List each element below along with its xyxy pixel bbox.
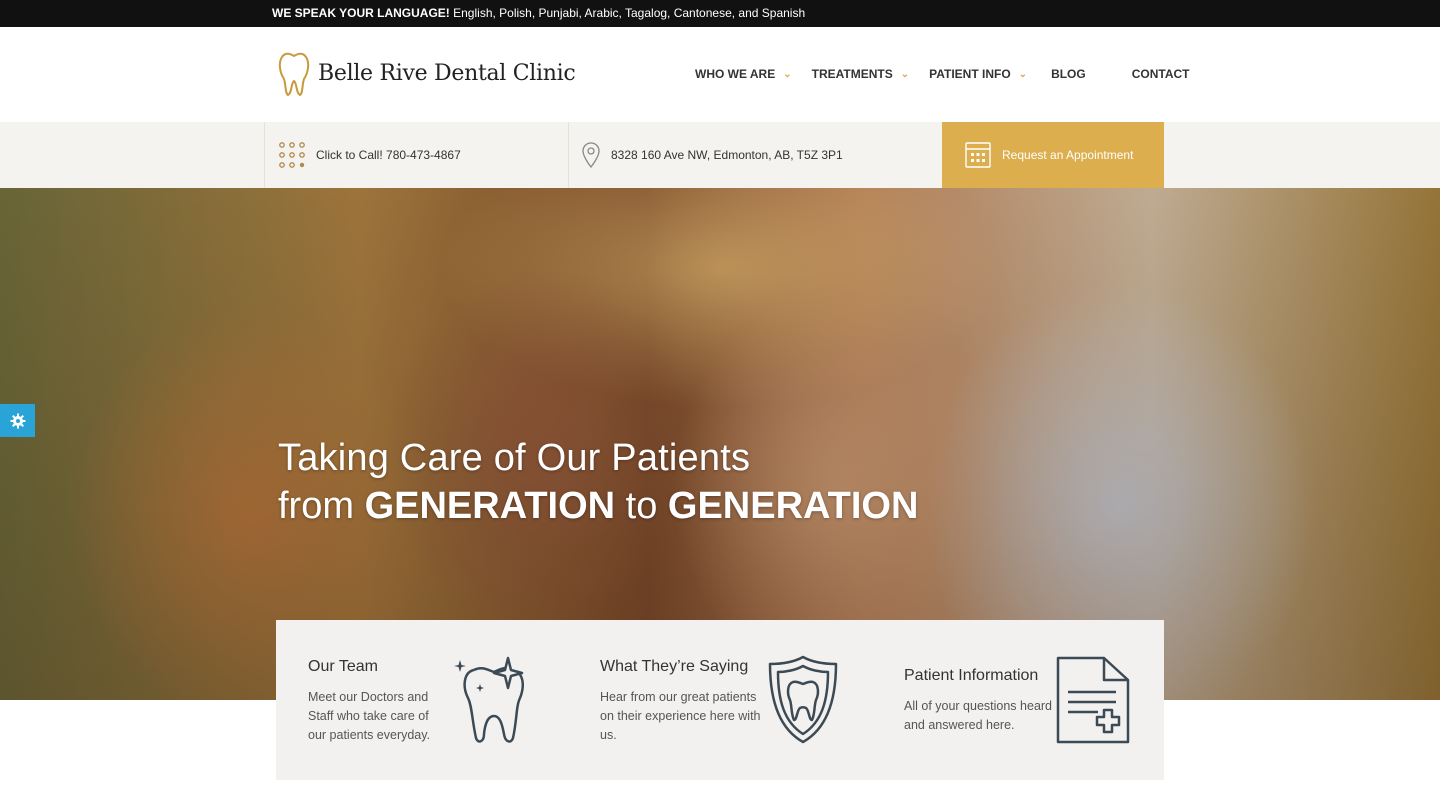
- feature-our-team[interactable]: Our Team Meet our Doctors and Staff who …: [308, 620, 578, 780]
- hero-line-1: Taking Care of Our Patients: [278, 437, 751, 479]
- language-bar-text: English, Polish, Punjabi, Arabic, Tagalo…: [449, 6, 806, 20]
- feature-text-block: What They’re Saying Hear from our great …: [600, 658, 762, 745]
- phone-text: Click to Call! 780-473-4867: [316, 148, 461, 162]
- feature-description: Meet our Doctors and Staff who take care…: [308, 690, 431, 742]
- medical-document-icon: [1056, 656, 1130, 744]
- nav-blog[interactable]: BLOG: [1051, 67, 1086, 81]
- sparkling-tooth-icon: [454, 656, 524, 743]
- hero-heading: Taking Care of Our Patients from GENERAT…: [278, 434, 918, 530]
- tooth-logo-icon: [278, 52, 310, 97]
- address[interactable]: 8328 160 Ave NW, Edmonton, AB, T5Z 3P1: [568, 122, 942, 188]
- feature-title: Our Team: [308, 658, 378, 675]
- info-bar: Click to Call! 780-473-4867 8328 160 Ave…: [0, 122, 1440, 188]
- nav-patient-info[interactable]: PATIENT INFO ⌄: [929, 67, 1027, 81]
- feature-text-block: Our Team Meet our Doctors and Staff who …: [308, 658, 438, 745]
- feature-title: Patient Information: [904, 667, 1039, 684]
- nav-label: WHO WE ARE: [695, 67, 776, 81]
- feature-text-block: Patient Information All of your question…: [904, 667, 1054, 735]
- language-bar-heading: WE SPEAK YOUR LANGUAGE!: [272, 6, 450, 20]
- language-bar: WE SPEAK YOUR LANGUAGE! English, Polish,…: [0, 0, 1440, 27]
- nav-who-we-are[interactable]: WHO WE ARE ⌄: [695, 67, 792, 81]
- nav-label: TREATMENTS: [811, 67, 893, 81]
- nav-contact[interactable]: CONTACT: [1132, 67, 1190, 81]
- nav-label: CONTACT: [1131, 67, 1190, 81]
- feature-title: What They’re Saying: [600, 658, 749, 675]
- nav-label: BLOG: [1051, 67, 1086, 81]
- tooth-shield-icon: [768, 655, 838, 744]
- hero-generation-2: GENERATION: [667, 485, 919, 527]
- address-text: 8328 160 Ave NW, Edmonton, AB, T5Z 3P1: [611, 148, 843, 162]
- hero-generation-1: GENERATION: [364, 485, 616, 527]
- hero-line-2: from GENERATION to GENERATION: [278, 482, 918, 530]
- chevron-down-icon: ⌄: [1018, 68, 1028, 80]
- nav-label: PATIENT INFO: [929, 67, 1011, 81]
- main-nav: WHO WE ARE ⌄ TREATMENTS ⌄ PATIENT INFO ⌄ BL…: [695, 67, 1210, 81]
- site-header: Belle Rive Dental Clinic WHO WE ARE ⌄ TRE…: [0, 27, 1440, 122]
- feature-testimonials[interactable]: What They’re Saying Hear from our great …: [600, 620, 870, 780]
- feature-patient-information[interactable]: Patient Information All of your question…: [904, 620, 1164, 780]
- hero-from: from: [278, 485, 365, 527]
- click-to-call[interactable]: Click to Call! 780-473-4867: [264, 122, 568, 188]
- appointment-label: Request an Appointment: [1002, 148, 1134, 162]
- feature-description: Hear from our great patients on their ex…: [600, 690, 761, 742]
- calendar-icon: [965, 142, 991, 168]
- logo-text: Belle Rive Dental Clinic: [318, 60, 576, 86]
- settings-tab[interactable]: [0, 404, 35, 437]
- chevron-down-icon: ⌄: [783, 68, 792, 80]
- phone-keypad-icon: [279, 142, 305, 168]
- hero-to: to: [615, 485, 668, 527]
- feature-description: All of your questions heard and answered…: [904, 699, 1053, 732]
- logo[interactable]: Belle Rive Dental Clinic: [276, 49, 576, 97]
- map-pin-icon: [582, 142, 600, 169]
- request-appointment-button[interactable]: Request an Appointment: [942, 122, 1164, 188]
- gear-icon: [10, 413, 25, 428]
- chevron-down-icon: ⌄: [900, 68, 910, 80]
- nav-treatments[interactable]: TREATMENTS ⌄: [812, 67, 910, 81]
- feature-panel: Our Team Meet our Doctors and Staff who …: [276, 620, 1164, 780]
